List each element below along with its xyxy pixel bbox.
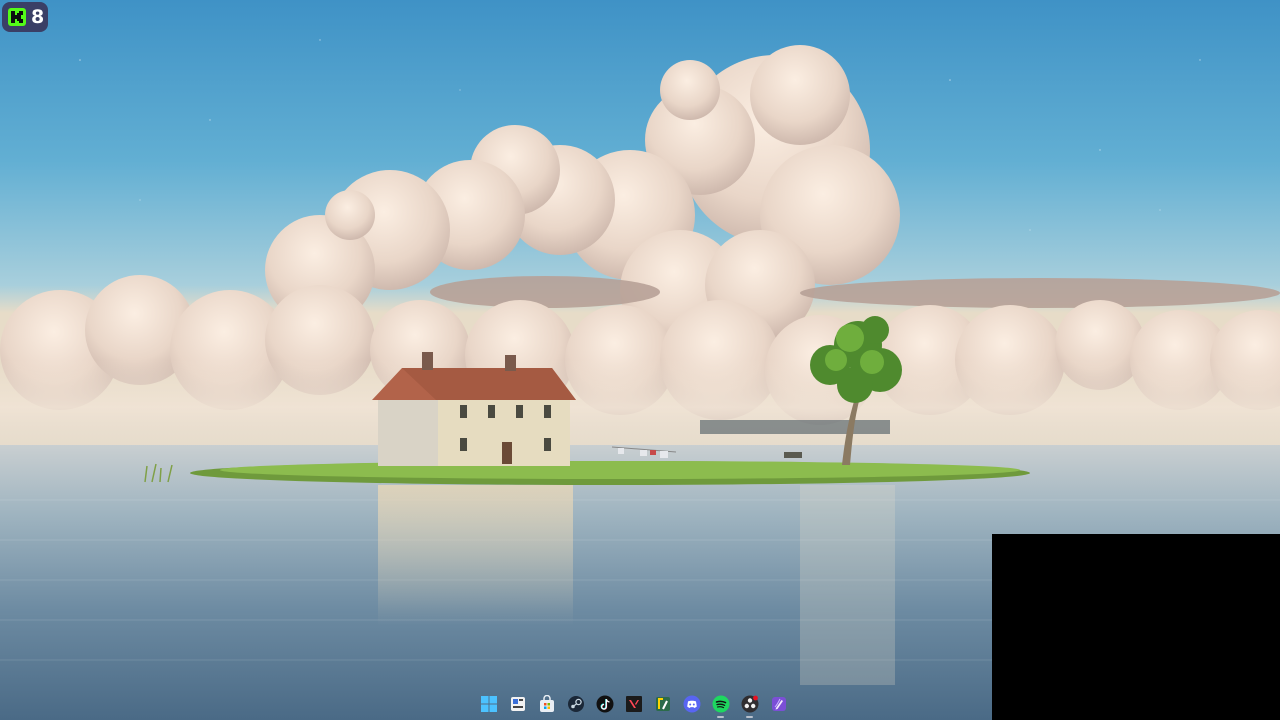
tiktok-icon[interactable] <box>594 694 615 715</box>
kick-badge[interactable]: 8 <box>2 2 48 32</box>
discord-icon[interactable] <box>681 694 702 715</box>
obs-icon[interactable] <box>739 694 760 718</box>
steam-icon[interactable] <box>565 694 586 715</box>
black-window-overlay[interactable] <box>992 534 1280 720</box>
house <box>372 352 576 466</box>
task-view-icon[interactable] <box>507 694 528 715</box>
pen-app-icon[interactable] <box>768 694 789 715</box>
spotify-icon[interactable] <box>710 694 731 718</box>
desktop: 8 <box>0 0 1280 720</box>
badge-count: 8 <box>31 5 45 28</box>
valorant-icon[interactable] <box>623 694 644 715</box>
store-icon[interactable] <box>536 694 557 715</box>
start-icon[interactable] <box>478 694 499 715</box>
running-indicator <box>746 715 753 718</box>
notion-tool-icon[interactable] <box>652 694 673 715</box>
taskbar <box>478 690 789 718</box>
kick-logo-icon <box>8 8 26 26</box>
running-indicator <box>717 715 724 718</box>
